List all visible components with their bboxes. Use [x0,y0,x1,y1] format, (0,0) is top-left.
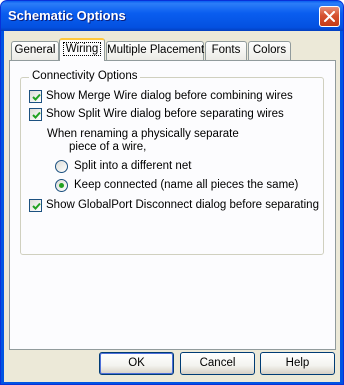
tab-wiring[interactable]: Wiring [59,38,105,61]
group-title: Connectivity Options [29,70,141,82]
merge-wire-checkbox[interactable] [29,90,42,103]
radio-selected-dot [59,183,64,188]
tab-fonts-label: Fonts [211,44,241,56]
split-net-label: Split into a different net [74,160,192,172]
tab-multiple-placement[interactable]: Multiple Placement [106,41,204,60]
close-icon [324,11,335,22]
tab-multiple-placement-label: Multiple Placement [107,44,205,56]
connectivity-options-group: Connectivity Options Show Merge Wire dia… [20,70,324,255]
title-bar[interactable]: Schematic Options [1,1,343,31]
tab-general-label: General [14,44,56,56]
window-title: Schematic Options [8,8,126,23]
checkmark-icon [32,202,41,210]
cancel-button[interactable]: Cancel [180,352,255,375]
tab-fonts[interactable]: Fonts [205,41,247,60]
globalport-label: Show GlobalPort Disconnect dialog before… [46,199,319,211]
ok-button[interactable]: OK [99,352,174,375]
rename-description-line2: piece of a wire, [69,141,147,153]
split-wire-label: Show Split Wire dialog before separating… [46,108,284,120]
keep-connected-label: Keep connected (name all pieces the same… [74,179,299,191]
checkmark-icon [32,93,41,101]
tab-wiring-label: Wiring [62,42,102,56]
wiring-tab-panel: Connectivity Options Show Merge Wire dia… [9,60,336,350]
dialog-window: Schematic Options General Wiring Multipl… [0,0,344,385]
tab-colors-label: Colors [252,44,287,56]
tab-strip: General Wiring Multiple Placement Fonts … [9,38,339,61]
checkmark-icon [32,111,41,119]
split-wire-checkbox[interactable] [29,108,42,121]
globalport-checkbox[interactable] [29,199,42,212]
rename-description-line1: When renaming a physically separate [47,128,239,140]
dialog-client-area: General Wiring Multiple Placement Fonts … [4,31,340,382]
keep-connected-radio[interactable] [55,179,68,192]
tab-general[interactable]: General [11,41,59,60]
split-net-radio[interactable] [55,160,68,173]
merge-wire-label: Show Merge Wire dialog before combining … [46,90,293,102]
help-button[interactable]: Help [260,352,335,375]
tab-colors[interactable]: Colors [248,41,291,60]
close-button[interactable] [319,6,340,27]
